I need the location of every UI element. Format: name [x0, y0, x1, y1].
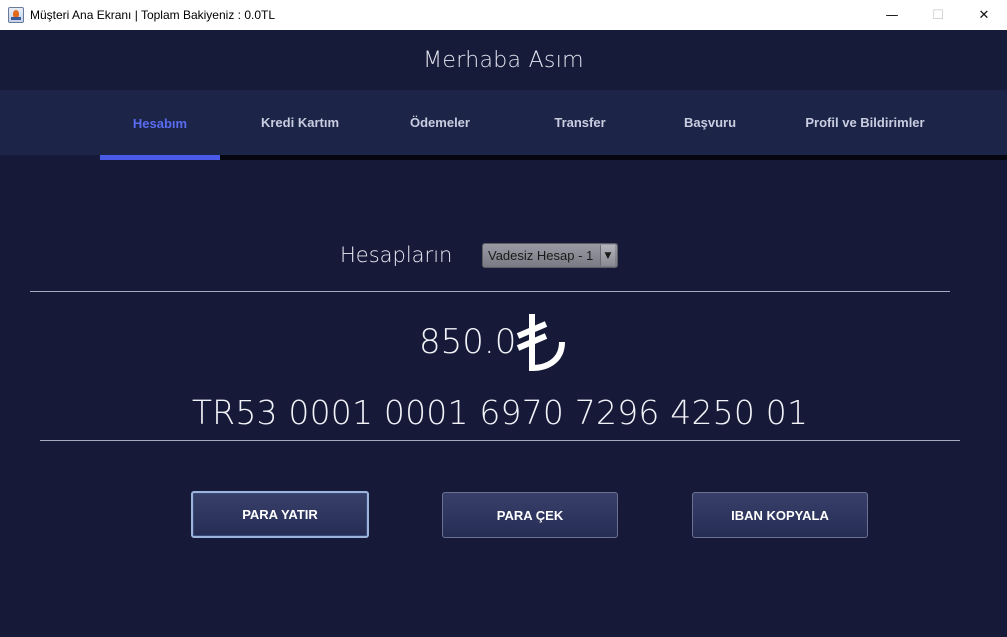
tab-transfer[interactable]: Transfer — [520, 90, 640, 155]
turkish-lira-icon — [516, 314, 565, 372]
account-select-value: Vadesiz Hesap - 1 — [488, 248, 594, 263]
tab-profil-ve-bildirimler[interactable]: Profil ve Bildirimler — [780, 90, 950, 155]
tab-divider — [220, 155, 1007, 160]
greeting-text: Merhaba Asım — [423, 47, 584, 73]
accounts-label: Hesapların — [340, 243, 453, 267]
separator-top — [30, 291, 950, 292]
tab-odemeler[interactable]: Ödemeler — [380, 90, 500, 155]
iban-text: TR53 0001 0001 6970 7296 4250 01 — [191, 393, 809, 432]
separator-bottom — [40, 440, 960, 441]
window-titlebar: Müşteri Ana Ekranı | Toplam Bakiyeniz : … — [0, 0, 1007, 30]
java-icon — [8, 7, 24, 23]
tab-kredi-kartim[interactable]: Kredi Kartım — [240, 90, 360, 155]
minimize-button[interactable]: — — [869, 0, 915, 30]
account-select[interactable]: Vadesiz Hesap - 1 ▼ — [482, 243, 618, 268]
tab-basvuru[interactable]: Başvuru — [650, 90, 770, 155]
withdraw-button[interactable]: PARA ÇEK — [442, 492, 618, 538]
balance-amount: 850.0 — [419, 322, 517, 362]
window-controls: — ☐ ✕ — [869, 0, 1007, 30]
dropdown-arrow-icon[interactable]: ▼ — [600, 245, 615, 266]
close-button[interactable]: ✕ — [961, 0, 1007, 30]
deposit-button[interactable]: PARA YATIR — [191, 491, 369, 538]
active-tab-indicator — [100, 155, 220, 160]
maximize-button[interactable]: ☐ — [915, 0, 961, 30]
window-title: Müşteri Ana Ekranı | Toplam Bakiyeniz : … — [30, 8, 276, 22]
tab-hesabim[interactable]: Hesabım — [100, 90, 220, 155]
copy-iban-button[interactable]: IBAN KOPYALA — [692, 492, 868, 538]
greeting-header: Merhaba Asım — [0, 30, 1007, 90]
tab-bar: Hesabım Kredi Kartım Ödemeler Transfer B… — [0, 90, 1007, 155]
